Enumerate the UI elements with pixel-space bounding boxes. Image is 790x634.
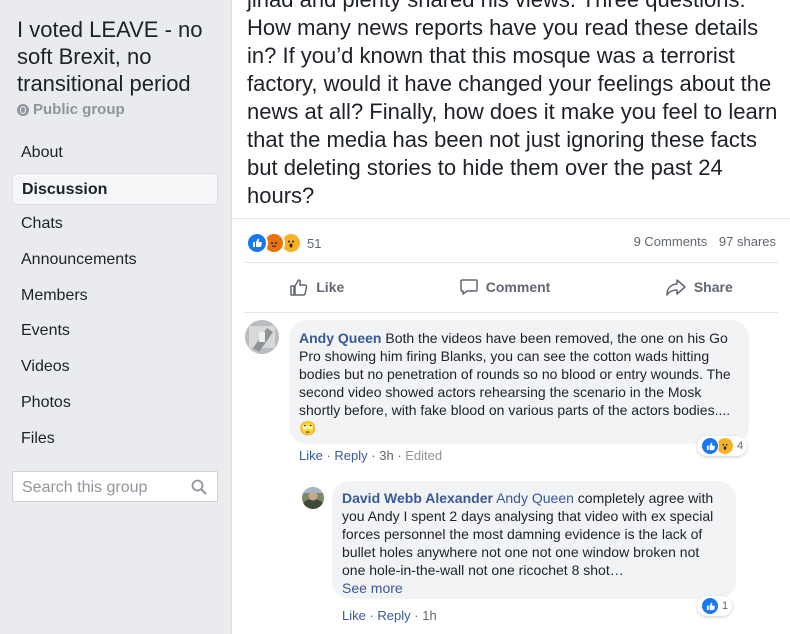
post-body-text: jihad and plenty shared his views. Three…: [247, 0, 778, 208]
reply-reaction-count: 1: [722, 600, 729, 612]
comment-like-link[interactable]: Like: [299, 448, 323, 463]
shares-count-link[interactable]: 97 shares: [719, 234, 776, 249]
reply-reply-link[interactable]: Reply: [377, 608, 410, 623]
comment-edited-label[interactable]: Edited: [405, 448, 442, 463]
group-title[interactable]: I voted LEAVE - no soft Brexit, no trans…: [17, 16, 222, 97]
share-button-label: Share: [693, 279, 733, 295]
post-card: jihad and plenty shared his views. Three…: [231, 0, 790, 634]
see-more-link[interactable]: See more: [342, 580, 403, 596]
group-privacy-label: Public group: [17, 101, 125, 118]
like-button[interactable]: Like: [289, 277, 344, 297]
rolling-eyes-emoji: 🙄: [299, 420, 317, 436]
group-nav: About Discussion Chats Announcements Mem…: [12, 137, 218, 458]
avatar[interactable]: [245, 320, 279, 354]
like-reaction-icon: [701, 437, 719, 455]
post-reactions-summary[interactable]: 51: [246, 232, 321, 254]
share-arrow-icon: [666, 279, 686, 296]
search-icon[interactable]: [191, 479, 207, 495]
speech-bubble-icon: [460, 279, 478, 295]
nav-item-events[interactable]: Events: [12, 315, 218, 347]
nav-item-discussion[interactable]: Discussion: [12, 172, 218, 205]
post-divider: [232, 218, 790, 219]
post-action-bar: Like Comment Share: [232, 268, 790, 306]
globe-icon: [17, 103, 29, 116]
comment-reactions-badge[interactable]: 4: [697, 436, 748, 456]
avatar[interactable]: [302, 487, 324, 509]
comment-bubble: Andy Queen Both the videos have been rem…: [289, 320, 749, 444]
nav-item-files[interactable]: Files: [12, 423, 218, 455]
comment-reaction-count: 4: [737, 440, 744, 452]
nav-item-photos[interactable]: Photos: [12, 387, 218, 419]
comment-reply-link[interactable]: Reply: [334, 448, 367, 463]
comments-count-link[interactable]: 9 Comments: [634, 234, 708, 249]
reaction-count: 51: [307, 235, 322, 251]
comment-button[interactable]: Comment: [459, 277, 551, 297]
comment-timestamp[interactable]: 3h: [379, 448, 393, 463]
post-engagement-counts: 9 Comments 97 shares: [634, 234, 776, 249]
like-reaction-icon: [246, 232, 268, 254]
nav-item-about[interactable]: About: [12, 137, 218, 169]
reply-reactions-badge[interactable]: 1: [697, 596, 733, 616]
nav-item-chats[interactable]: Chats: [12, 208, 218, 240]
comment-meta: Like · Reply · 3h · Edited: [299, 448, 443, 463]
nav-item-members[interactable]: Members: [12, 280, 218, 312]
reply-timestamp[interactable]: 1h: [422, 608, 436, 623]
reply-bubble: David Webb Alexander Andy Queen complete…: [332, 481, 736, 599]
comment-author[interactable]: Andy Queen: [299, 330, 381, 346]
reply-mention[interactable]: Andy Queen: [496, 490, 574, 506]
group-search-box[interactable]: [12, 471, 218, 503]
nav-item-videos[interactable]: Videos: [12, 351, 218, 383]
reply-author[interactable]: David Webb Alexander: [342, 490, 493, 506]
share-button[interactable]: Share: [665, 277, 733, 297]
like-reaction-icon: [701, 597, 719, 615]
actions-divider-bottom: [244, 312, 778, 313]
comment-button-label: Comment: [485, 279, 551, 295]
reply-like-link[interactable]: Like: [342, 608, 366, 623]
group-search-input[interactable]: [13, 472, 184, 503]
like-button-label: Like: [316, 279, 345, 295]
group-sidebar: I voted LEAVE - no soft Brexit, no trans…: [0, 0, 230, 634]
actions-divider-top: [244, 262, 778, 263]
thumbs-up-icon: [290, 279, 308, 296]
reply-meta: Like · Reply · 1h: [342, 608, 437, 623]
group-type-text: Public group: [33, 101, 125, 118]
nav-item-announcements[interactable]: Announcements: [12, 244, 218, 276]
